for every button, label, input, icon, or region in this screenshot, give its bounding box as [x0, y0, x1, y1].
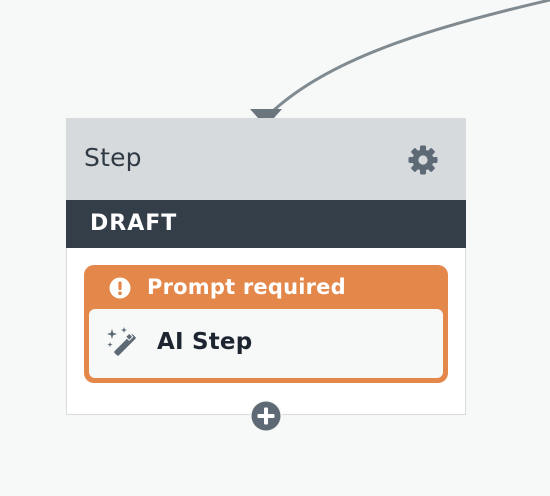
ai-step-label: AI Step [157, 329, 253, 355]
warning-text: Prompt required [147, 275, 346, 299]
status-bar: DRAFT [66, 200, 466, 248]
exclamation-circle-icon [109, 277, 131, 299]
warning-banner: Prompt required [84, 265, 448, 309]
connector-path [273, 0, 550, 112]
node-title: Step [84, 143, 142, 172]
status-label: DRAFT [90, 211, 178, 236]
magic-wand-icon [107, 327, 136, 356]
gear-icon [408, 145, 438, 175]
settings-button[interactable] [405, 142, 441, 178]
node-header: Step [66, 118, 466, 200]
workflow-step-node[interactable]: Step DRAFT Prompt required AI Step [66, 118, 466, 415]
ai-step-item[interactable]: AI Step [89, 309, 443, 378]
step-card[interactable]: Prompt required AI Step [84, 265, 448, 383]
workflow-canvas[interactable]: Step DRAFT Prompt required AI Step [0, 0, 550, 496]
plus-circle-icon[interactable] [250, 400, 282, 432]
